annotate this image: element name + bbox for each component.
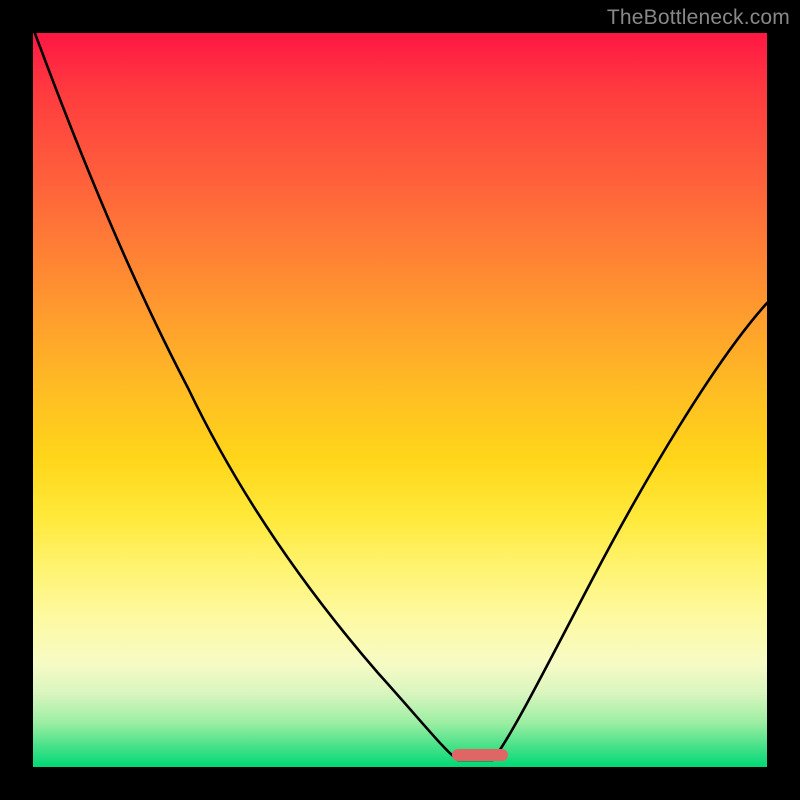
optimal-marker xyxy=(452,749,508,761)
bottleneck-curve xyxy=(33,33,767,767)
frame: TheBottleneck.com xyxy=(0,0,800,800)
watermark-text: TheBottleneck.com xyxy=(607,6,790,30)
plot-area xyxy=(33,33,767,767)
bottleneck-curve-path xyxy=(33,33,767,760)
